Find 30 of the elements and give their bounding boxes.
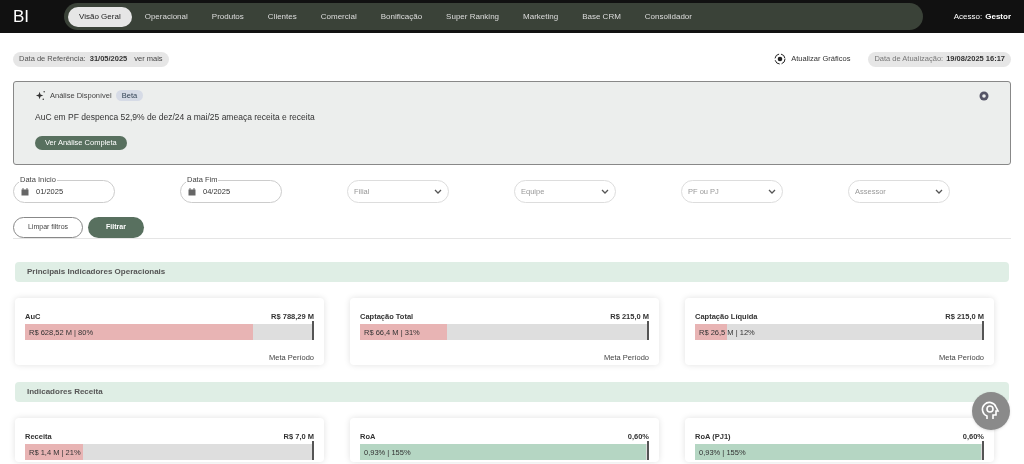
calendar-icon — [188, 187, 196, 196]
section-header: Indicadores Receita — [15, 382, 1009, 402]
section-header: Principais Indicadores Operacionais — [15, 262, 1009, 282]
nav-tab[interactable]: Marketing — [512, 6, 570, 27]
target-marker — [647, 321, 649, 340]
target-marker — [982, 441, 984, 460]
access-role: Gestor — [985, 10, 1011, 23]
chevron-down-icon — [601, 189, 609, 194]
target-marker — [312, 321, 314, 340]
nav-tab[interactable]: Visão Geral — [68, 6, 132, 27]
nav-tab[interactable]: Comercial — [309, 6, 368, 27]
access-label: Acesso: — [953, 10, 983, 23]
nav-tab[interactable]: Clientes — [256, 6, 308, 27]
logo-text: BI — [12, 5, 31, 28]
nav-tab[interactable]: Super Ranking — [435, 6, 511, 27]
target-marker — [982, 321, 984, 340]
sparkle-icon — [35, 90, 46, 102]
chevron-down-icon — [434, 189, 442, 194]
nav-tab[interactable]: Base CRM — [571, 6, 632, 27]
chevron-down-icon — [768, 189, 776, 194]
target-marker — [312, 441, 314, 460]
refresh-icon — [774, 53, 787, 65]
nav-tab[interactable]: Produtos — [200, 6, 255, 27]
target-marker — [647, 441, 649, 460]
nav-tab[interactable]: Consolidador — [633, 6, 703, 27]
calendar-icon — [21, 187, 29, 196]
nav-tab[interactable]: Bonificação — [369, 6, 434, 27]
analysis-summary: AuC em PF despenca 52,9% de dez/24 a mai/25 ameaça receita e receita — [35, 111, 316, 124]
chevron-down-icon — [935, 189, 943, 194]
nav-tab[interactable]: Operacional — [133, 6, 199, 27]
